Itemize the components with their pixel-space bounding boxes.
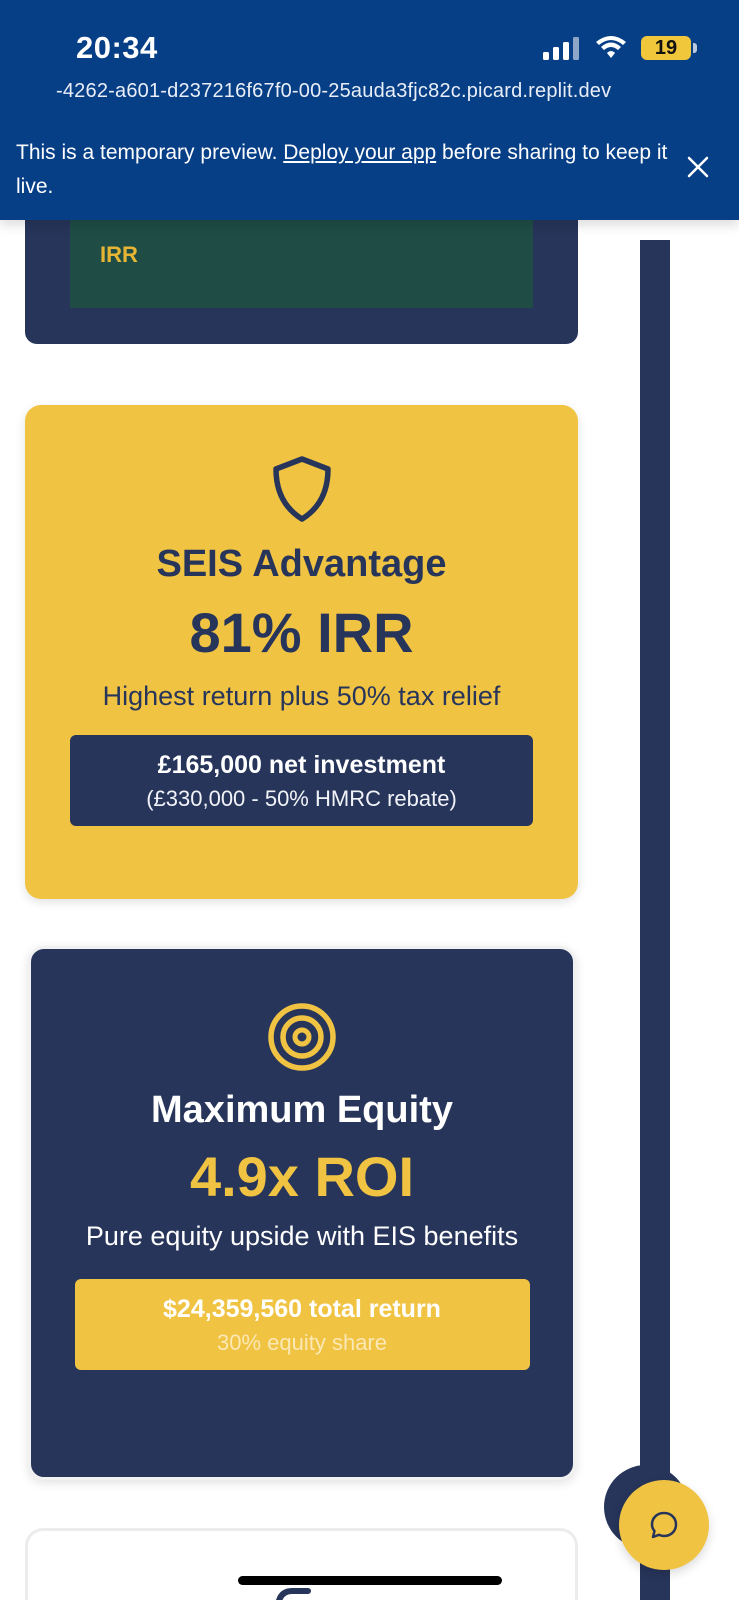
investment-detail: (£330,000 - 50% HMRC rebate) <box>146 786 457 811</box>
card-description: Pure equity upside with EIS benefits <box>85 1221 519 1251</box>
battery-indicator: 19 <box>641 36 697 60</box>
status-time: 20:34 <box>76 30 158 65</box>
next-card <box>25 1528 578 1600</box>
chat-button[interactable] <box>619 1480 709 1570</box>
notice-text: This is a temporary preview. <box>16 141 284 164</box>
chat-bubble-icon <box>650 1511 678 1539</box>
previous-card: IRR <box>25 210 578 344</box>
investment-amount: £165,000 net investment <box>157 751 446 779</box>
card-metric: 81% IRR <box>189 601 414 664</box>
wifi-icon <box>596 36 626 58</box>
investment-box: £165,000 net investment (£330,000 - 50% … <box>70 735 533 826</box>
next-card-icon <box>276 1588 311 1600</box>
deploy-link[interactable]: Deploy your app <box>283 141 436 164</box>
card-metric: 4.9x ROI <box>189 1145 415 1208</box>
shield-icon <box>272 456 331 522</box>
previous-card-box: IRR <box>70 220 533 308</box>
maximum-equity-card: Maximum Equity 4.9x ROI Pure equity upsi… <box>28 946 576 1480</box>
timeline-rail <box>640 240 670 1600</box>
signal-icon <box>543 37 579 60</box>
equity-share: 30% equity share <box>217 1330 387 1355</box>
home-indicator <box>238 1576 502 1585</box>
card-title: Maximum Equity <box>151 1089 453 1131</box>
preview-notice: This is a temporary preview. Deploy your… <box>16 136 676 204</box>
card-title: SEIS Advantage <box>156 543 447 585</box>
seis-advantage-card: SEIS Advantage 81% IRR Highest return pl… <box>25 405 578 899</box>
return-box: $24,359,560 total return 30% equity shar… <box>74 1279 530 1370</box>
page: 20:34 19 -4262-a601-d237216f67f0-00-25au… <box>0 0 739 1600</box>
card-description: Highest return plus 50% tax relief <box>102 681 501 711</box>
close-icon[interactable] <box>685 154 711 180</box>
status-icons: 19 <box>543 36 697 60</box>
previous-card-label: IRR <box>100 242 138 267</box>
target-icon <box>268 1003 336 1071</box>
url-text[interactable]: -4262-a601-d237216f67f0-00-25auda3fjc82c… <box>56 80 611 103</box>
browser-top-bar: 20:34 19 -4262-a601-d237216f67f0-00-25au… <box>0 0 739 220</box>
total-return: $24,359,560 total return <box>163 1295 441 1323</box>
